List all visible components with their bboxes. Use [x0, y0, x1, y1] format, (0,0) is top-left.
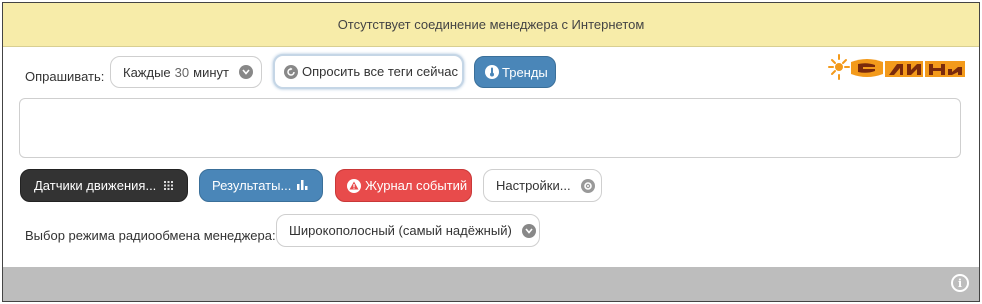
- log-output-area[interactable]: [19, 98, 961, 158]
- poll-interval-prefix: Каждые: [123, 64, 171, 80]
- refresh-icon: [284, 64, 298, 79]
- connection-banner-text: Отсутствует соединение менеджера с Интер…: [337, 17, 645, 32]
- poll-interval-suffix: минут: [193, 64, 229, 80]
- elin-logo: [828, 54, 965, 80]
- motion-sensors-button[interactable]: Датчики движения...: [20, 169, 188, 202]
- poll-all-now-button[interactable]: Опросить все теги сейчас: [273, 54, 464, 89]
- gear-icon: [580, 178, 595, 193]
- settings-button[interactable]: Настройки...: [483, 169, 602, 202]
- app-frame: Отсутствует соединение менеджера с Интер…: [2, 2, 980, 302]
- settings-label: Настройки...: [496, 178, 571, 193]
- poll-interval-select[interactable]: Каждые 30 минут: [110, 56, 262, 88]
- poll-all-now-label: Опросить все теги сейчас: [302, 64, 458, 79]
- event-log-label: Журнал событий: [365, 178, 468, 193]
- warning-icon: [347, 178, 361, 193]
- poll-label: Опрашивать:: [25, 69, 105, 84]
- results-label: Результаты...: [212, 178, 292, 193]
- poll-interval-value: 30: [174, 64, 190, 80]
- radio-mode-label: Выбор режима радиообмена менеджера:: [25, 228, 276, 243]
- trends-label: Тренды: [502, 64, 548, 80]
- footer-bar: i: [3, 267, 979, 301]
- thermometer-icon: [485, 65, 499, 79]
- trends-button[interactable]: Тренды: [474, 56, 556, 88]
- info-icon[interactable]: i: [951, 274, 969, 292]
- connection-banner: Отсутствует соединение менеджера с Интер…: [3, 3, 979, 47]
- event-log-button[interactable]: Журнал событий: [335, 169, 472, 202]
- results-button[interactable]: Результаты...: [199, 169, 323, 202]
- bar-chart-icon: [297, 178, 308, 193]
- motion-sensors-label: Датчики движения...: [34, 178, 157, 193]
- chevron-down-icon: [521, 223, 536, 238]
- chevron-down-icon: [238, 65, 253, 79]
- radio-mode-value: Широкополосный (самый надёжный): [289, 223, 512, 238]
- grid-icon: [164, 178, 174, 193]
- radio-mode-select[interactable]: Широкополосный (самый надёжный): [276, 214, 540, 247]
